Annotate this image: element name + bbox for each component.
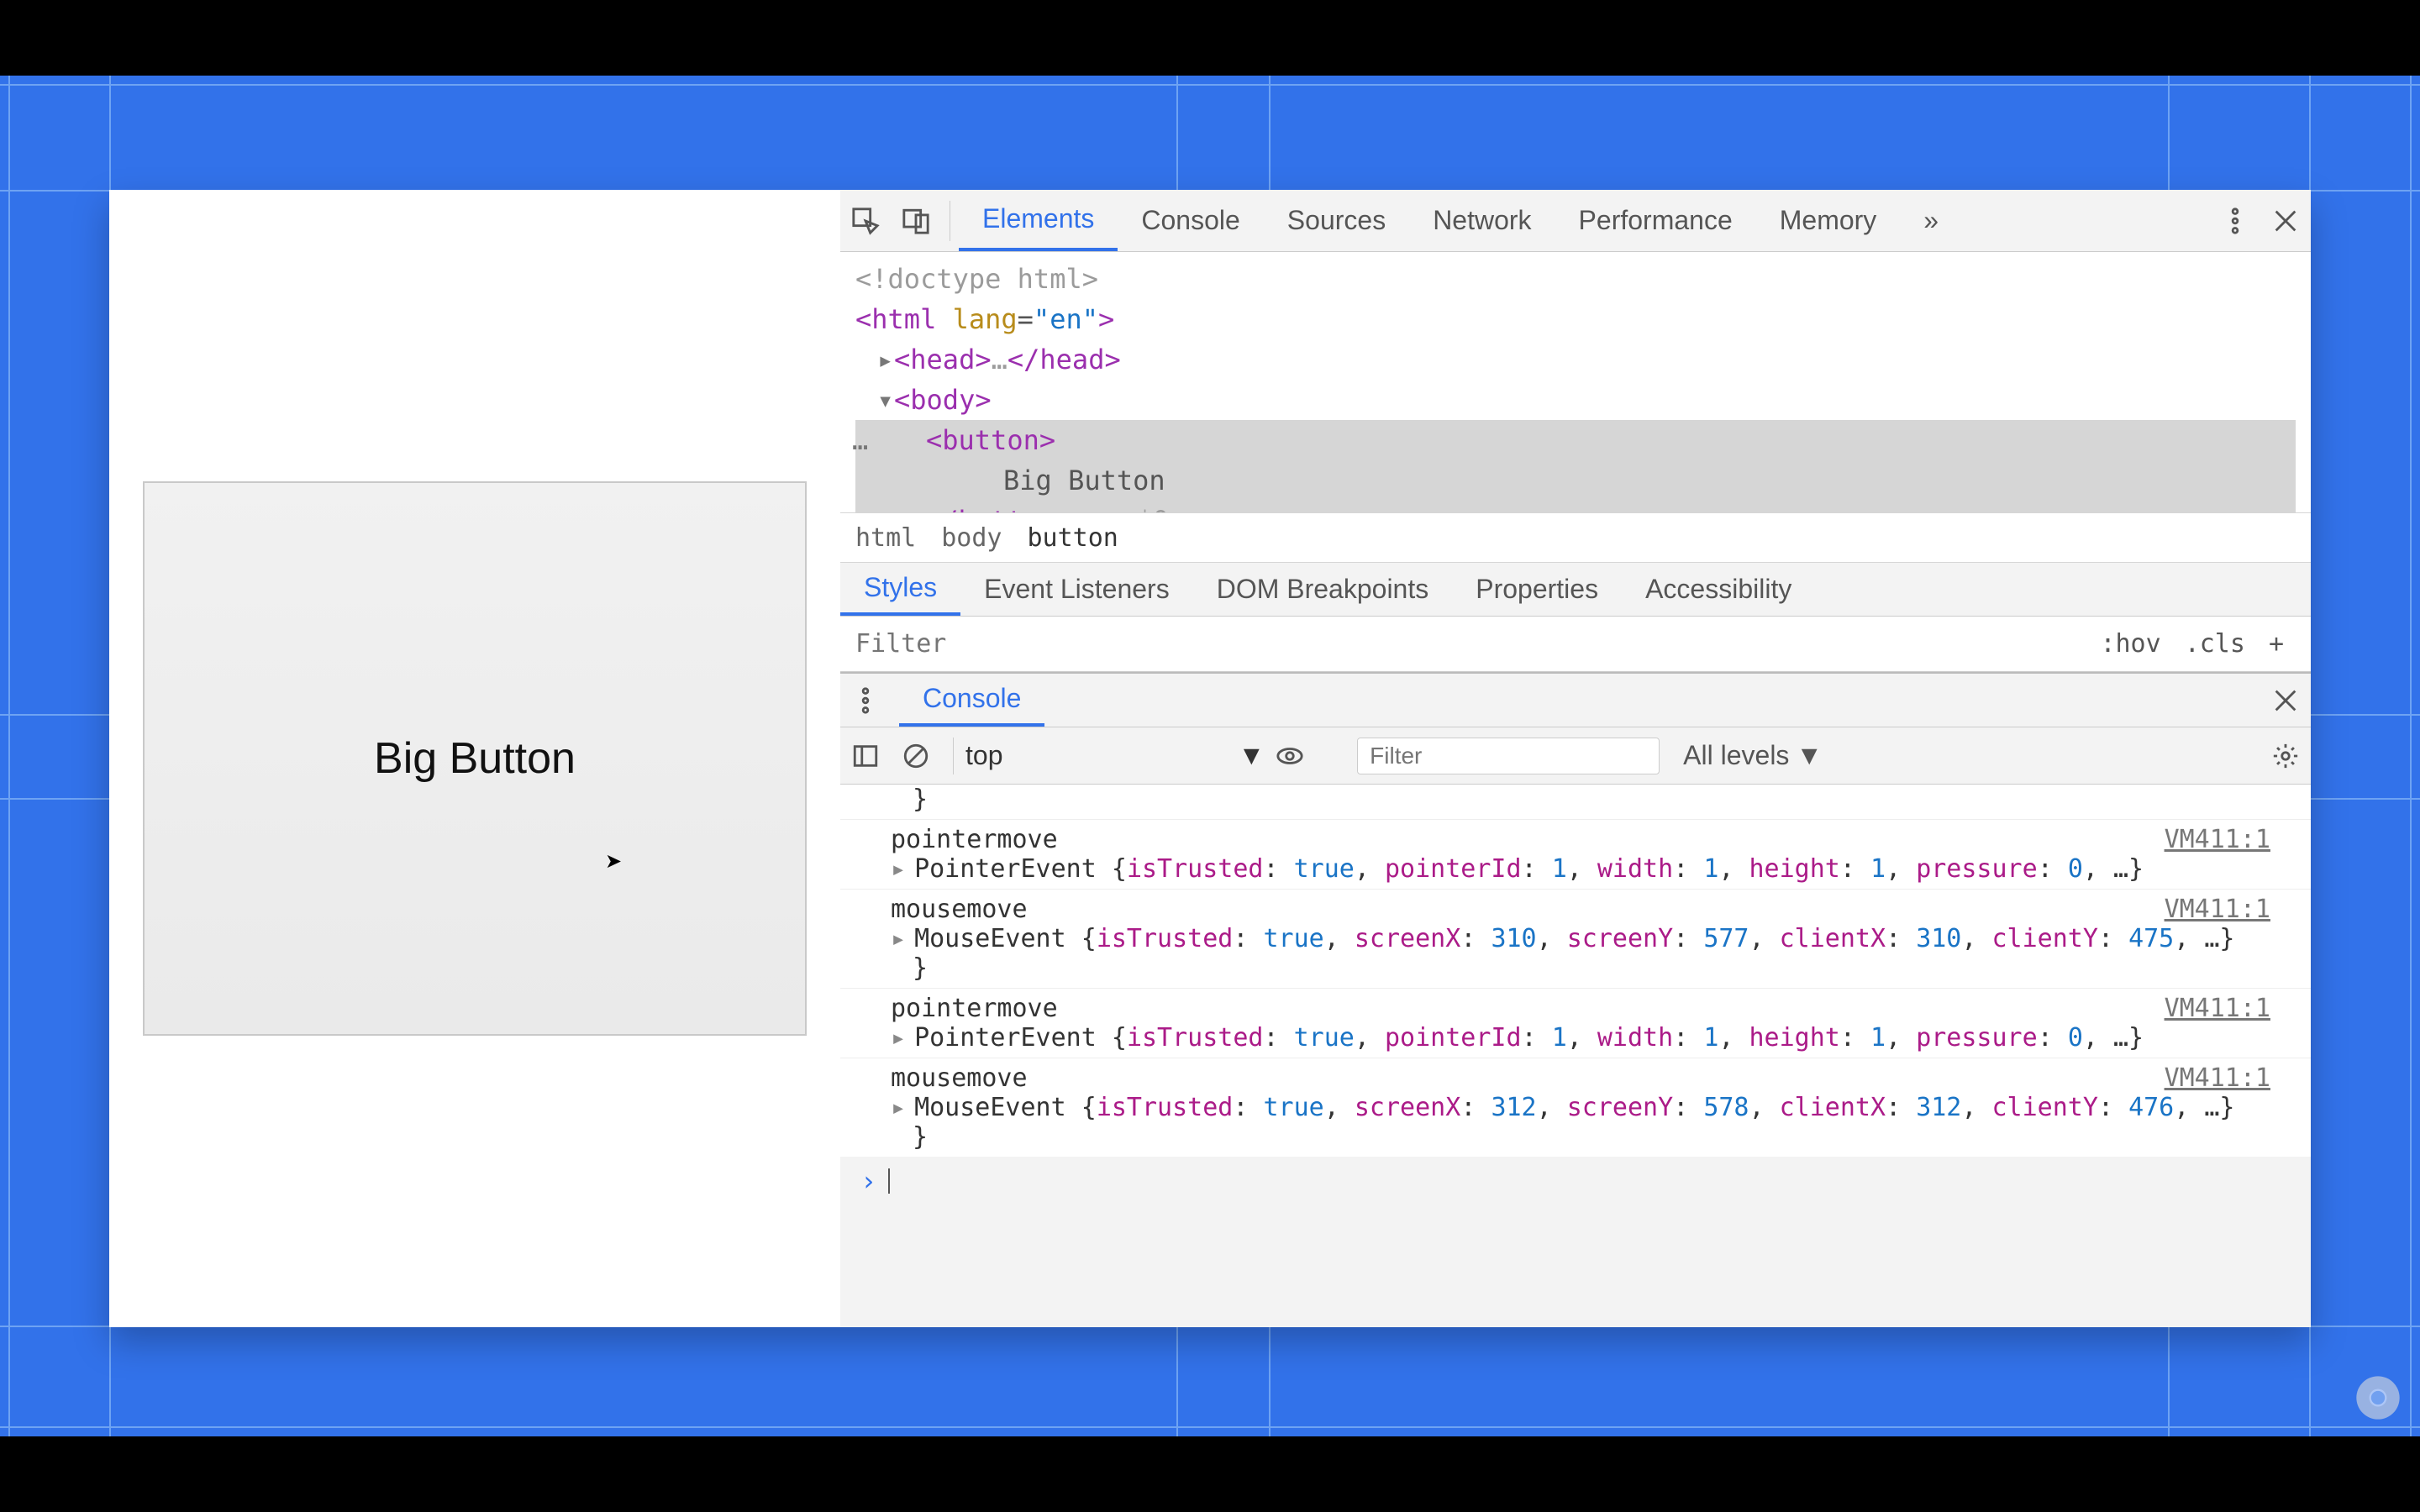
dom-selected-node[interactable]: …<button> [855,420,2296,460]
styles-filter-input[interactable] [855,629,2088,659]
device-toggle-icon[interactable] [891,196,941,246]
drawer-tab-console[interactable]: Console [899,674,1044,727]
slide-background: Big Button ➤ Elements Console [0,76,2420,1436]
tab-sources[interactable]: Sources [1264,190,1409,251]
devtools-panel: Elements Console Sources Network Perform… [840,190,2311,1327]
tab-elements[interactable]: Elements [959,190,1118,251]
inspect-icon[interactable] [840,196,891,246]
console-log[interactable]: } pointermoveVM411:1▸PointerEvent {isTru… [840,785,2311,1157]
devtools-tabs: Elements Console Sources Network Perform… [959,190,1962,251]
subtab-styles[interactable]: Styles [840,563,960,616]
new-style-rule-button[interactable]: + [2257,629,2296,659]
elements-subtabs: Styles Event Listeners DOM Breakpoints P… [840,563,2311,617]
tab-console[interactable]: Console [1118,190,1263,251]
console-sidebar-toggle-icon[interactable] [840,731,891,781]
subtab-properties[interactable]: Properties [1452,563,1622,616]
log-levels-selector[interactable]: All levels▼ [1683,740,1823,771]
drawer-close-icon[interactable] [2260,675,2311,726]
dom-tree[interactable]: <!doctype html> <html lang="en"> ▸<head>… [840,252,2311,512]
tabs-overflow[interactable]: » [1900,190,1962,251]
hov-toggle[interactable]: :hov [2088,629,2172,659]
subtab-accessibility[interactable]: Accessibility [1622,563,1815,616]
devtools-toolbar: Elements Console Sources Network Perform… [840,190,2311,252]
clear-console-icon[interactable] [891,731,941,781]
tab-network[interactable]: Network [1409,190,1555,251]
console-settings-icon[interactable] [2260,731,2311,781]
tab-performance[interactable]: Performance [1555,190,1756,251]
page-viewport: Big Button [109,190,840,1327]
dom-breadcrumb[interactable]: html body button [840,512,2311,563]
browser-window: Big Button ➤ Elements Console [109,190,2311,1327]
kebab-menu-icon[interactable] [2210,196,2260,246]
live-expression-icon[interactable] [1265,731,1315,781]
drawer-menu-icon[interactable] [840,675,891,726]
context-selector[interactable]: top▼ [965,740,1265,771]
console-drawer: Console [840,672,2311,1205]
tab-memory[interactable]: Memory [1756,190,1901,251]
subtab-dom-breakpoints[interactable]: DOM Breakpoints [1193,563,1453,616]
console-filter-input[interactable] [1357,738,1660,774]
big-button[interactable]: Big Button [143,481,807,1036]
chrome-logo-icon [2354,1374,2402,1421]
subtab-event-listeners[interactable]: Event Listeners [960,563,1193,616]
console-prompt[interactable]: › [840,1157,2311,1205]
cls-toggle[interactable]: .cls [2173,629,2257,659]
close-devtools-icon[interactable] [2260,196,2311,246]
